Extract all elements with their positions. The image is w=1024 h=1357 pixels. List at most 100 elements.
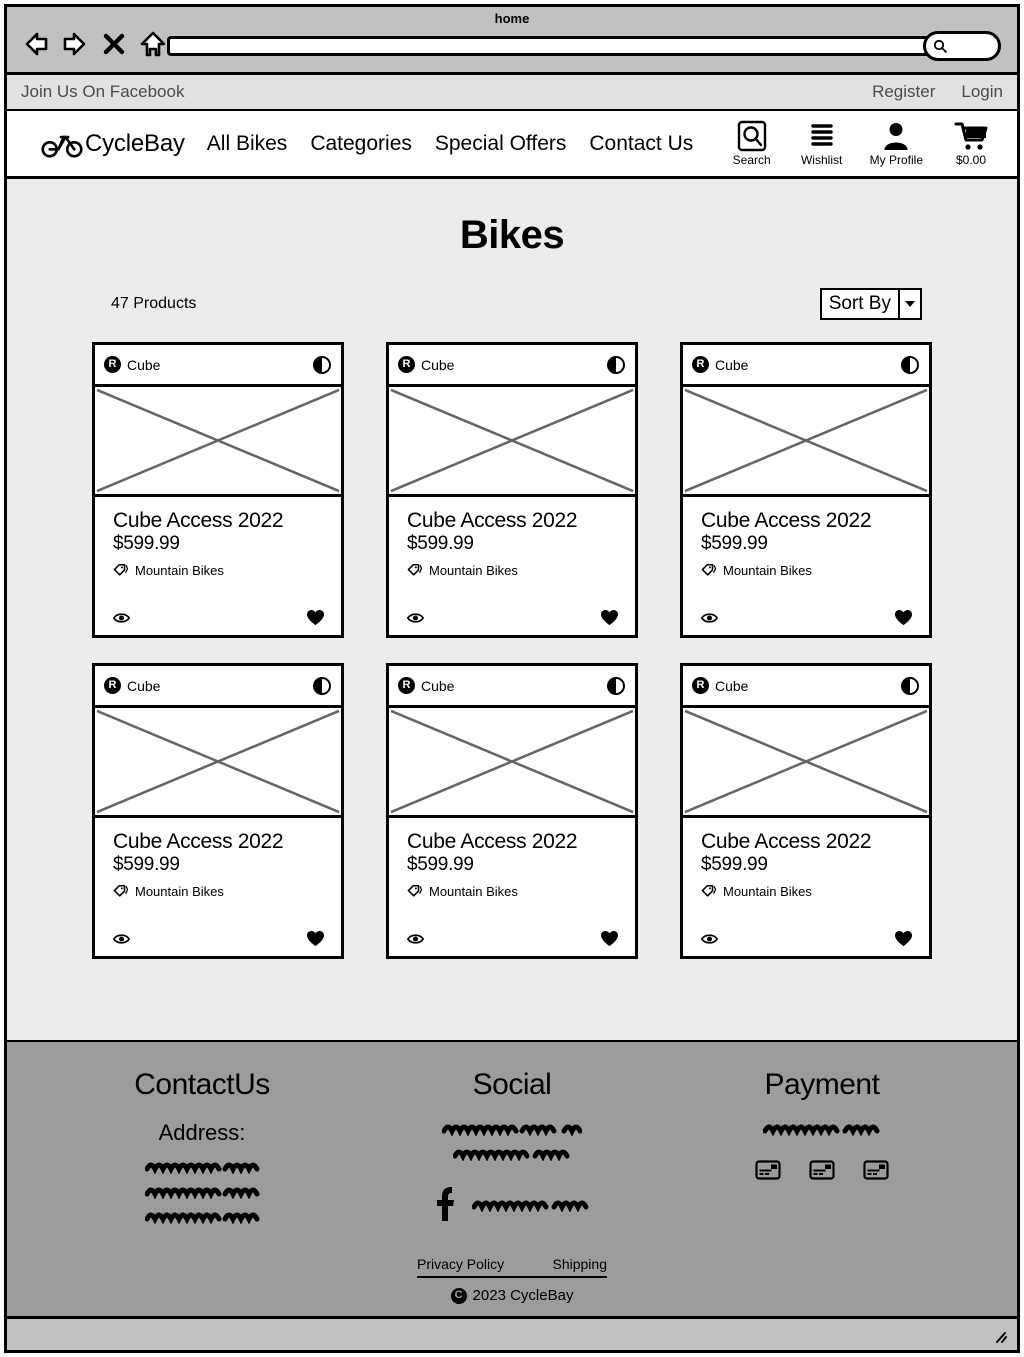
product-category-label: Mountain Bikes xyxy=(135,883,224,899)
back-icon[interactable] xyxy=(21,29,51,59)
product-toolbar: 47 Products Sort By xyxy=(7,288,1017,320)
product-brand: R Cube xyxy=(104,356,160,373)
heart-icon[interactable] xyxy=(600,930,619,947)
heart-icon[interactable] xyxy=(894,609,913,626)
eye-icon[interactable] xyxy=(407,611,424,625)
product-title: Cube Access 2022 xyxy=(113,830,284,853)
product-info: Cube Access 2022 $599.99 Mountain Bikes xyxy=(389,497,635,635)
heart-icon[interactable] xyxy=(600,609,619,626)
address-input[interactable] xyxy=(170,41,937,55)
login-link[interactable]: Login xyxy=(961,82,1003,102)
product-grid: R Cube Cube Access 2022 $599.99 Mountain… xyxy=(7,342,1017,959)
tag-icon xyxy=(701,885,717,897)
contrast-icon[interactable] xyxy=(313,355,331,374)
contrast-icon[interactable] xyxy=(901,676,919,695)
rating-badge-icon: R xyxy=(692,356,709,373)
footer-social-lines xyxy=(442,1120,582,1161)
contrast-icon[interactable] xyxy=(607,355,625,374)
card-icon[interactable] xyxy=(755,1160,781,1180)
eye-icon[interactable] xyxy=(113,611,130,625)
heart-icon[interactable] xyxy=(306,930,325,947)
scribble-text-icon xyxy=(144,1187,259,1199)
eye-icon[interactable] xyxy=(407,932,424,946)
footer-copyright: C 2023 CycleBay xyxy=(7,1287,1017,1304)
nav-cart-button[interactable]: $0.00 xyxy=(949,120,993,167)
heart-icon[interactable] xyxy=(306,609,325,626)
contrast-icon[interactable] xyxy=(607,676,625,695)
product-image-placeholder xyxy=(683,387,929,497)
nav-link-categories[interactable]: Categories xyxy=(310,132,412,156)
home-icon[interactable] xyxy=(138,29,168,59)
nav-link-contact-us[interactable]: Contact Us xyxy=(589,132,693,156)
footer-links: Privacy Policy Shipping xyxy=(417,1256,607,1278)
site-footer: ContactUs Address: Social Payment Privac… xyxy=(7,1040,1017,1316)
nav-links: All Bikes Categories Special Offers Cont… xyxy=(207,132,693,156)
product-brand: R Cube xyxy=(398,677,454,694)
product-count: 47 Products xyxy=(111,295,197,312)
person-icon xyxy=(884,123,908,150)
product-actions xyxy=(113,609,327,626)
resize-grip-icon[interactable] xyxy=(993,1329,1009,1345)
stop-icon[interactable] xyxy=(99,29,129,59)
product-card-header: R Cube xyxy=(683,345,929,387)
sort-by-dropdown[interactable]: Sort By xyxy=(819,288,922,320)
page-viewport: Join Us On Facebook Register Login Cycle… xyxy=(7,75,1017,1316)
nav-link-special-offers[interactable]: Special Offers xyxy=(435,132,567,156)
product-card[interactable]: R Cube Cube Access 2022 $599.99 Mountain… xyxy=(680,342,932,638)
product-category: Mountain Bikes xyxy=(701,563,915,578)
eye-icon[interactable] xyxy=(701,932,718,946)
eye-icon[interactable] xyxy=(113,932,130,946)
footer-payment-icons xyxy=(755,1160,889,1180)
brand-logo[interactable]: CycleBay xyxy=(41,130,185,158)
footer-contact-column: ContactUs Address: xyxy=(47,1068,357,1224)
nav-wishlist-button[interactable]: Wishlist xyxy=(800,120,844,167)
product-brand: R Cube xyxy=(104,677,160,694)
product-price: $599.99 xyxy=(701,854,768,876)
forward-icon[interactable] xyxy=(60,29,90,59)
product-title: Cube Access 2022 xyxy=(407,830,578,853)
product-card[interactable]: R Cube Cube Access 2022 $599.99 Mountain… xyxy=(386,663,638,959)
footer-payment-lines xyxy=(763,1120,881,1136)
product-brand-name: Cube xyxy=(421,356,455,373)
product-brand-name: Cube xyxy=(421,677,455,694)
footer-link-shipping[interactable]: Shipping xyxy=(553,1256,608,1272)
browser-search-box[interactable] xyxy=(923,31,1001,61)
page-content: Bikes 47 Products Sort By R Cube Cube Ac… xyxy=(7,179,1017,1040)
product-brand-name: Cube xyxy=(127,356,161,373)
product-category-label: Mountain Bikes xyxy=(723,883,812,899)
heart-icon[interactable] xyxy=(894,930,913,947)
facebook-icon xyxy=(437,1187,454,1221)
product-info: Cube Access 2022 $599.99 Mountain Bikes xyxy=(95,497,341,635)
card-icon[interactable] xyxy=(809,1160,835,1180)
product-card[interactable]: R Cube Cube Access 2022 $599.99 Mountain… xyxy=(386,342,638,638)
product-card-header: R Cube xyxy=(95,666,341,708)
nav-search-button[interactable]: Search xyxy=(730,120,774,167)
product-card[interactable]: R Cube Cube Access 2022 $599.99 Mountain… xyxy=(92,342,344,638)
product-card[interactable]: R Cube Cube Access 2022 $599.99 Mountain… xyxy=(680,663,932,959)
register-link[interactable]: Register xyxy=(872,82,935,102)
address-bar[interactable] xyxy=(167,36,940,56)
browser-chrome: home xyxy=(7,7,1017,75)
footer-facebook-row[interactable] xyxy=(434,1185,590,1223)
product-brand-name: Cube xyxy=(127,677,161,694)
scribble-text-icon xyxy=(763,1124,880,1136)
scribble-text-icon xyxy=(472,1200,589,1212)
search-icon xyxy=(737,120,766,152)
scribble-text-icon xyxy=(144,1212,259,1224)
contrast-icon[interactable] xyxy=(313,676,331,695)
contrast-icon[interactable] xyxy=(901,355,919,374)
nav-link-all-bikes[interactable]: All Bikes xyxy=(207,132,288,156)
card-icon[interactable] xyxy=(863,1160,889,1180)
nav-profile-button[interactable]: My Profile xyxy=(870,120,923,167)
cart-icon xyxy=(954,122,988,150)
product-actions xyxy=(701,609,915,626)
browser-status-bar xyxy=(7,1316,1017,1350)
product-card[interactable]: R Cube Cube Access 2022 $599.99 Mountain… xyxy=(92,663,344,959)
footer-link-privacy-policy[interactable]: Privacy Policy xyxy=(417,1256,504,1272)
eye-icon[interactable] xyxy=(701,611,718,625)
product-title: Cube Access 2022 xyxy=(701,830,872,853)
product-title: Cube Access 2022 xyxy=(407,509,578,532)
join-facebook-link[interactable]: Join Us On Facebook xyxy=(21,82,184,102)
product-brand: R Cube xyxy=(398,356,454,373)
tag-icon xyxy=(701,564,717,576)
